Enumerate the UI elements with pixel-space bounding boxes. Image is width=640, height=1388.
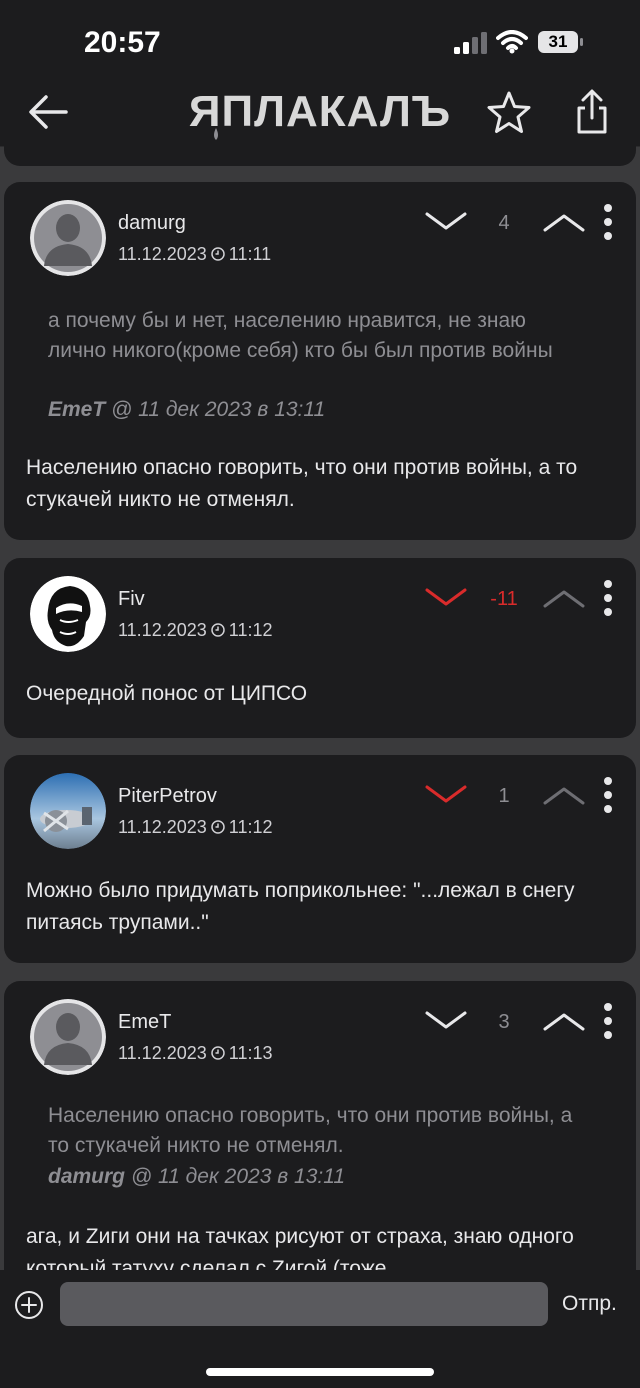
default-avatar-icon (30, 999, 106, 1075)
comment-score: 4 (498, 212, 510, 234)
upvote-chevron-icon[interactable] (542, 781, 586, 809)
comment-datetime: 11.12.2023 11:12 (118, 817, 272, 838)
clock-icon (211, 1046, 225, 1060)
comment-author[interactable]: damurg (118, 212, 186, 235)
quote-attribution: EmeT @ 11 дек 2023 в 13:11 (48, 398, 325, 422)
quote-date: @ 11 дек 2023 в 13:11 (111, 398, 326, 421)
user-avatar-image (30, 576, 106, 652)
more-options-icon[interactable] (600, 1001, 616, 1041)
more-options-icon[interactable] (600, 578, 616, 618)
comment-score: 3 (498, 1011, 510, 1033)
more-options-icon[interactable] (600, 775, 616, 815)
quoted-text: а почему бы и нет, населению нравится, н… (48, 309, 553, 362)
comment-score: 1 (498, 785, 510, 807)
message-input[interactable] (60, 1282, 548, 1326)
comment-text: Очередной понос от ЦИПСО (26, 682, 308, 705)
user-avatar-image (30, 773, 106, 849)
home-indicator[interactable] (206, 1368, 434, 1376)
quote-author[interactable]: damurg (48, 1165, 125, 1188)
avatar[interactable] (30, 773, 106, 849)
comment-author[interactable]: PiterPetrov (118, 785, 217, 808)
nav-bar: ЯПЛАКАЛЪ (0, 84, 640, 147)
comment-text: Можно было придумать поприкольнее: "...л… (26, 879, 575, 934)
comment-card: damurg 11.12.2023 11:11 4 а почему бы и н… (4, 182, 636, 540)
comment-datetime: 11.12.2023 11:13 (118, 1043, 272, 1064)
comment-author[interactable]: Fiv (118, 588, 145, 611)
status-bar: 20:57 31 (0, 0, 640, 84)
svg-text:ЯПЛАКАЛЪ: ЯПЛАКАЛЪ (189, 87, 451, 136)
downvote-chevron-icon[interactable] (424, 584, 468, 612)
more-options-icon[interactable] (600, 202, 616, 242)
comment-datetime: 11.12.2023 11:12 (118, 620, 272, 641)
avatar[interactable] (30, 999, 106, 1075)
comment-time: 11:13 (228, 1043, 273, 1063)
downvote-chevron-icon[interactable] (424, 208, 468, 236)
reply-composer: Отпр. (0, 1270, 640, 1388)
clock-icon (211, 247, 225, 261)
comment-date: 11.12.2023 (118, 244, 207, 264)
previous-comment-edge (4, 140, 636, 166)
avatar[interactable] (30, 200, 106, 276)
cellular-signal-icon (454, 32, 487, 54)
comment-text: Населению опасно говорить, что они проти… (26, 456, 578, 511)
send-button[interactable]: Отпр. (562, 1292, 617, 1316)
comment-card: PiterPetrov 11.12.2023 11:12 1 Можно было… (4, 755, 636, 963)
upvote-chevron-icon[interactable] (542, 1007, 586, 1035)
default-avatar-icon (30, 200, 106, 276)
comment-score: -11 (490, 588, 518, 610)
comment-author[interactable]: EmeT (118, 1011, 171, 1034)
battery-indicator: 31 (538, 31, 584, 53)
clock-icon (211, 820, 225, 834)
clock-icon (211, 623, 225, 637)
site-logo[interactable]: ЯПЛАКАЛЪ (176, 84, 464, 144)
downvote-chevron-icon[interactable] (424, 781, 468, 809)
comment-date: 11.12.2023 (118, 1043, 207, 1063)
comment-time: 11:12 (228, 817, 273, 837)
comment-time: 11:11 (228, 244, 272, 264)
add-attachment-icon[interactable] (14, 1290, 44, 1320)
comment-card: Fiv 11.12.2023 11:12 -11 Очередной понос … (4, 558, 636, 738)
quoted-text: Населению опасно говорить, что они проти… (48, 1104, 573, 1157)
comment-time: 11:12 (228, 620, 273, 640)
status-time: 20:57 (84, 26, 161, 59)
comment-date: 11.12.2023 (118, 817, 207, 837)
battery-level: 31 (548, 32, 568, 51)
upvote-chevron-icon[interactable] (542, 208, 586, 236)
upvote-chevron-icon[interactable] (542, 584, 586, 612)
quote-author[interactable]: EmeT (48, 398, 105, 421)
back-arrow-icon[interactable] (26, 92, 70, 132)
comment-date: 11.12.2023 (118, 620, 207, 640)
downvote-chevron-icon[interactable] (424, 1007, 468, 1035)
logo-image: ЯПЛАКАЛЪ (189, 87, 451, 140)
share-icon[interactable] (572, 88, 612, 138)
star-icon[interactable] (486, 90, 532, 136)
comment-card: EmeT 11.12.2023 11:13 3 Населению опасно … (4, 981, 636, 1311)
wifi-icon (496, 30, 528, 54)
comment-datetime: 11.12.2023 11:11 (118, 244, 271, 265)
quote-attribution: damurg @ 11 дек 2023 в 13:11 (48, 1165, 345, 1189)
quote-date: @ 11 дек 2023 в 13:11 (130, 1165, 346, 1188)
avatar[interactable] (30, 576, 106, 652)
